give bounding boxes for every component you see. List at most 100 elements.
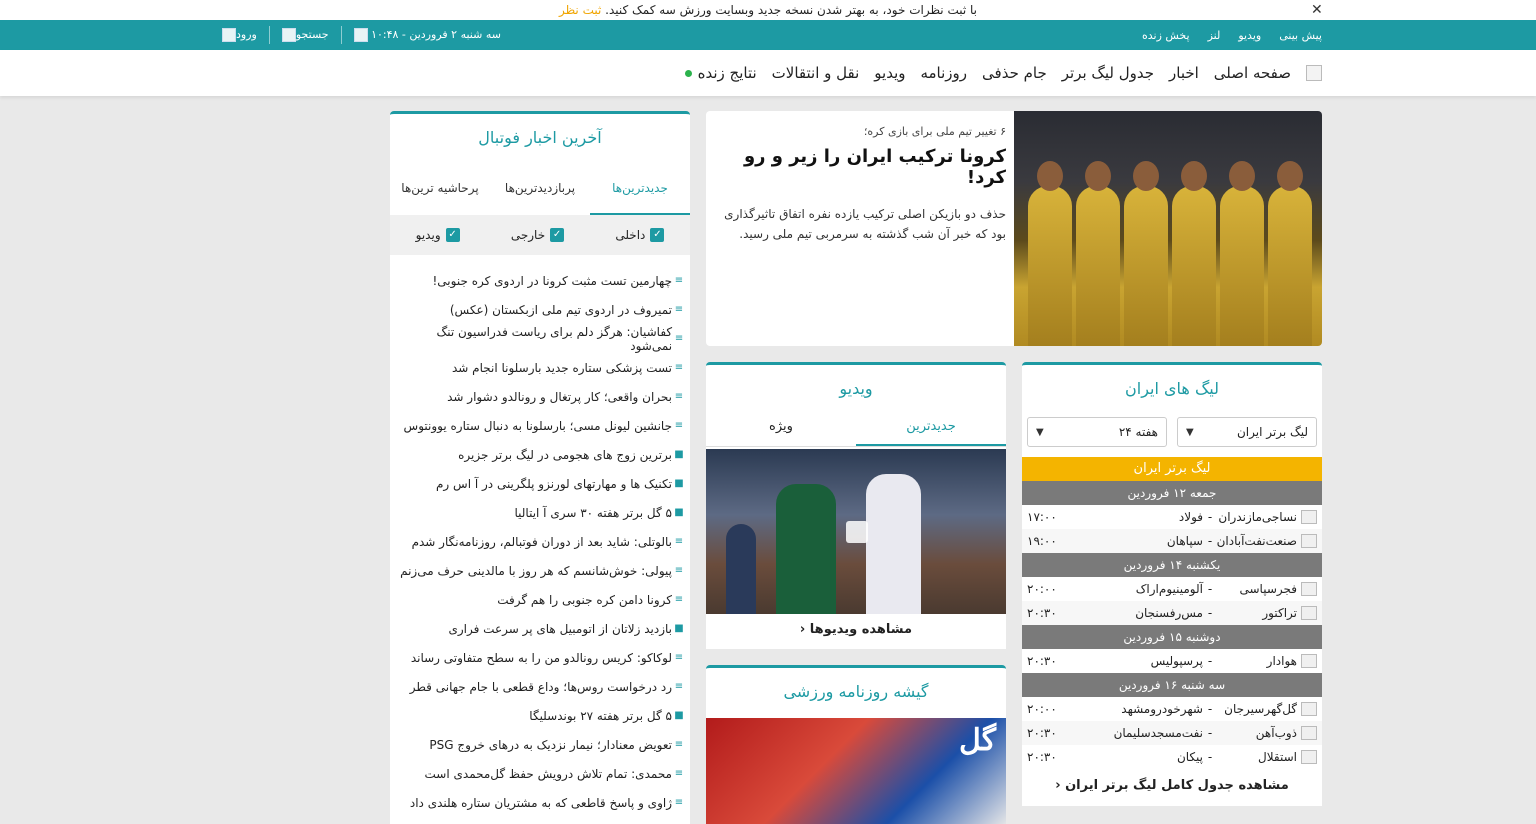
- filter-video-label: ویدیو: [415, 227, 441, 242]
- video-icon: ■: [674, 449, 684, 460]
- match-row[interactable]: ذوب‌آهن - نفت‌مسجدسلیمان ۲۰:۳۰: [1022, 721, 1322, 745]
- login-button[interactable]: ورود: [222, 28, 257, 42]
- match-row[interactable]: هوادار - پرسپولیس ۲۰:۳۰: [1022, 649, 1322, 673]
- away-team: پرسپولیس: [1150, 654, 1203, 668]
- nav-live-results-label: نتایج زنده: [697, 64, 757, 82]
- home-team: تراکتور: [1262, 606, 1297, 620]
- main-nav: صفحه اصلی اخبار جدول لیگ برتر جام حذفی ر…: [0, 50, 1536, 96]
- nav-transfers[interactable]: نقل و انتقالات: [772, 64, 860, 82]
- league-select[interactable]: لیگ برتر ایران ▼: [1177, 417, 1317, 447]
- news-item-text: پیولی: خوش‌شانسم که هر روز با مالدینی حر…: [400, 563, 672, 578]
- newspaper-cover[interactable]: گل: [706, 718, 1006, 824]
- news-list-item[interactable]: ■ ۵ گل برتر هفته ۲۷ بوندسلیگا: [394, 701, 684, 730]
- filter-domestic-label: داخلی: [615, 227, 646, 242]
- tab-video-newest[interactable]: جدیدترین: [856, 415, 1006, 446]
- news-list-item[interactable]: ≡ تمیروف در اردوی تیم ملی ازبکستان (عکس): [394, 295, 684, 324]
- news-list-item[interactable]: ≡ لوکاکو: کریس رونالدو من را به سطح متفاو…: [394, 643, 684, 672]
- team-logo-icon: [1301, 606, 1317, 620]
- match-row[interactable]: نساجی‌مازندران - فولاد ۱۷:۰۰: [1022, 505, 1322, 529]
- site-logo[interactable]: [1306, 65, 1322, 81]
- news-list-item[interactable]: ≡ تعویض معنادار؛ نیمار نزدیک به درهای خرو…: [394, 730, 684, 759]
- toplink-lens[interactable]: لنز: [1208, 29, 1221, 42]
- search-button[interactable]: جستجو: [281, 28, 329, 42]
- datetime-text: سه شنبه ۲ فروردین - ۱۰:۴۸: [371, 28, 501, 41]
- nav-video[interactable]: ویدیو: [874, 64, 905, 82]
- video-icon: ■: [674, 710, 684, 721]
- nav-news[interactable]: اخبار: [1169, 64, 1199, 82]
- news-list-item[interactable]: ≡ بالوتلی: شاید بعد از دوران فوتبالم، روز…: [394, 527, 684, 556]
- news-item-text: تکنیک ها و مهارتهای لورنزو پلگرینی در آ …: [436, 476, 672, 491]
- checkbox-checked-icon: ✓: [650, 228, 665, 243]
- more-videos-link[interactable]: مشاهده ویدیوها ‹: [706, 611, 1006, 649]
- home-team: هوادار: [1266, 654, 1297, 668]
- toplink-live-stream[interactable]: پخش زنده: [1142, 29, 1190, 42]
- score-separator: -: [1207, 534, 1213, 548]
- nav-cup[interactable]: جام حذفی: [982, 64, 1047, 82]
- divider: [340, 26, 342, 44]
- news-list-item[interactable]: ■ بازدید زلاتان از اتومبیل های پر سرعت فر…: [394, 614, 684, 643]
- match-time: ۲۰:۰۰: [1027, 702, 1057, 716]
- divider: [268, 26, 270, 44]
- text-icon: ≡: [674, 391, 684, 402]
- tab-most-viewed[interactable]: پربازدیدترین‌ها: [490, 176, 590, 215]
- chevron-left-icon: ‹: [1055, 778, 1061, 793]
- news-list-item[interactable]: ≡ محمدی: تمام تلاش درویش حفظ گل‌محمدی است: [394, 759, 684, 788]
- news-list-item[interactable]: ■ تکنیک ها و مهارتهای لورنزو پلگرینی در آ…: [394, 469, 684, 498]
- away-team: سپاهان: [1166, 534, 1203, 548]
- week-select[interactable]: هفته ۲۴ ▼: [1027, 417, 1167, 447]
- match-row[interactable]: تراکتور - مس‌رفسنجان ۲۰:۳۰: [1022, 601, 1322, 625]
- filter-domestic[interactable]: ✓ داخلی: [615, 227, 665, 243]
- checkbox-checked-icon: ✓: [445, 228, 460, 243]
- full-table-link[interactable]: مشاهده جدول کامل لیگ برتر ایران ‹: [1022, 766, 1322, 806]
- iran-leagues-panel: لیگ های ایران لیگ برتر ایران ▼ هفته ۲۴ ▼ ل…: [1022, 362, 1322, 806]
- score-separator: -: [1207, 606, 1213, 620]
- match-day-header: سه شنبه ۱۶ فروردین: [1022, 673, 1322, 697]
- tab-most-controversial[interactable]: پرحاشیه ترین‌ها: [390, 176, 490, 215]
- text-icon: ≡: [674, 681, 684, 692]
- feedback-link[interactable]: ثبت نظر: [559, 3, 601, 17]
- filter-video[interactable]: ✓ ویدیو: [416, 228, 460, 243]
- headline-photo[interactable]: [1014, 111, 1322, 346]
- news-list-item[interactable]: ≡ کفاشیان: هرگز دلم برای ریاست فدراسیون ت…: [394, 324, 684, 353]
- nav-newspaper[interactable]: روزنامه: [920, 64, 967, 82]
- news-list-item[interactable]: ≡ جانشین لیونل مسی؛ بارسلونا به دنبال ستا…: [394, 411, 684, 440]
- news-list: ≡ چهارمین تست مثبت کرونا در اردوی کره جنو…: [394, 266, 684, 817]
- match-row[interactable]: صنعت‌نفت‌آبادان - سپاهان ۱۹:۰۰: [1022, 529, 1322, 553]
- play-icon[interactable]: [846, 521, 868, 543]
- video-thumbnail[interactable]: [706, 449, 1006, 614]
- headline-card[interactable]: ۶ تغییر تیم ملی برای بازی کره؛ کرونا ترک…: [706, 111, 1322, 346]
- news-item-text: ۵ گل برتر هفته ۲۷ بوندسلیگا: [529, 708, 672, 723]
- text-icon: ≡: [674, 275, 684, 286]
- nav-home[interactable]: صفحه اصلی: [1214, 64, 1291, 82]
- text-icon: ≡: [674, 536, 684, 547]
- video-icon: ■: [674, 478, 684, 489]
- league-name-bar: لیگ برتر ایران: [1022, 457, 1322, 481]
- news-list-item[interactable]: ■ ۵ گل برتر هفته ۳۰ سری آ ایتالیا: [394, 498, 684, 527]
- filter-foreign[interactable]: ✓ خارجی: [511, 228, 565, 243]
- news-list-item[interactable]: ≡ رد درخواست روس‌ها؛ وداع قطعی با جام جها…: [394, 672, 684, 701]
- nav-live-results[interactable]: نتایج زنده: [684, 64, 757, 82]
- team-logo-icon: [1301, 534, 1317, 548]
- match-day-header: دوشنبه ۱۵ فروردین: [1022, 625, 1322, 649]
- news-list-item[interactable]: ≡ تست پزشکی ستاره جدید بارسلونا انجام شد: [394, 353, 684, 382]
- news-list-item[interactable]: ≡ پیولی: خوش‌شانسم که هر روز با مالدینی ح…: [394, 556, 684, 585]
- news-list-item[interactable]: ≡ بحران واقعی؛ کار پرتغال و رونالدو دشوار…: [394, 382, 684, 411]
- match-row[interactable]: فجرسپاسی - آلومینیوم‌اراک ۲۰:۰۰: [1022, 577, 1322, 601]
- score-separator: -: [1207, 702, 1213, 716]
- news-list-item[interactable]: ≡ کرونا دامن کره جنوبی را هم گرفت: [394, 585, 684, 614]
- match-row[interactable]: گل‌گهرسیرجان - شهرخودرومشهد ۲۰:۰۰: [1022, 697, 1322, 721]
- news-list-item[interactable]: ≡ چهارمین تست مثبت کرونا در اردوی کره جنو…: [394, 266, 684, 295]
- tab-video-featured[interactable]: ویژه: [706, 415, 856, 446]
- away-team: پیکان: [1176, 750, 1203, 764]
- nav-league-table[interactable]: جدول لیگ برتر: [1062, 64, 1154, 82]
- news-list-item[interactable]: ≡ ژاوی و پاسخ قاطعی که به مشتریان ستاره ه…: [394, 788, 684, 817]
- tab-newest[interactable]: جدیدترین‌ها: [590, 176, 690, 215]
- toplink-video[interactable]: ویدیو: [1238, 29, 1261, 42]
- close-icon[interactable]: ✕: [1311, 0, 1323, 20]
- text-icon: ≡: [674, 768, 684, 779]
- news-list-item[interactable]: ■ برترین زوج های هجومی در لیگ برتر جزیره: [394, 440, 684, 469]
- video-panel: ویدیو جدیدترین ویژه مشاهده ویدیوها ‹: [706, 362, 1006, 649]
- headline-title[interactable]: کرونا ترکیب ایران را زیر و رو کرد!: [716, 146, 1006, 188]
- toplink-predict[interactable]: پیش بینی: [1279, 29, 1322, 42]
- home-team: صنعت‌نفت‌آبادان: [1216, 534, 1297, 548]
